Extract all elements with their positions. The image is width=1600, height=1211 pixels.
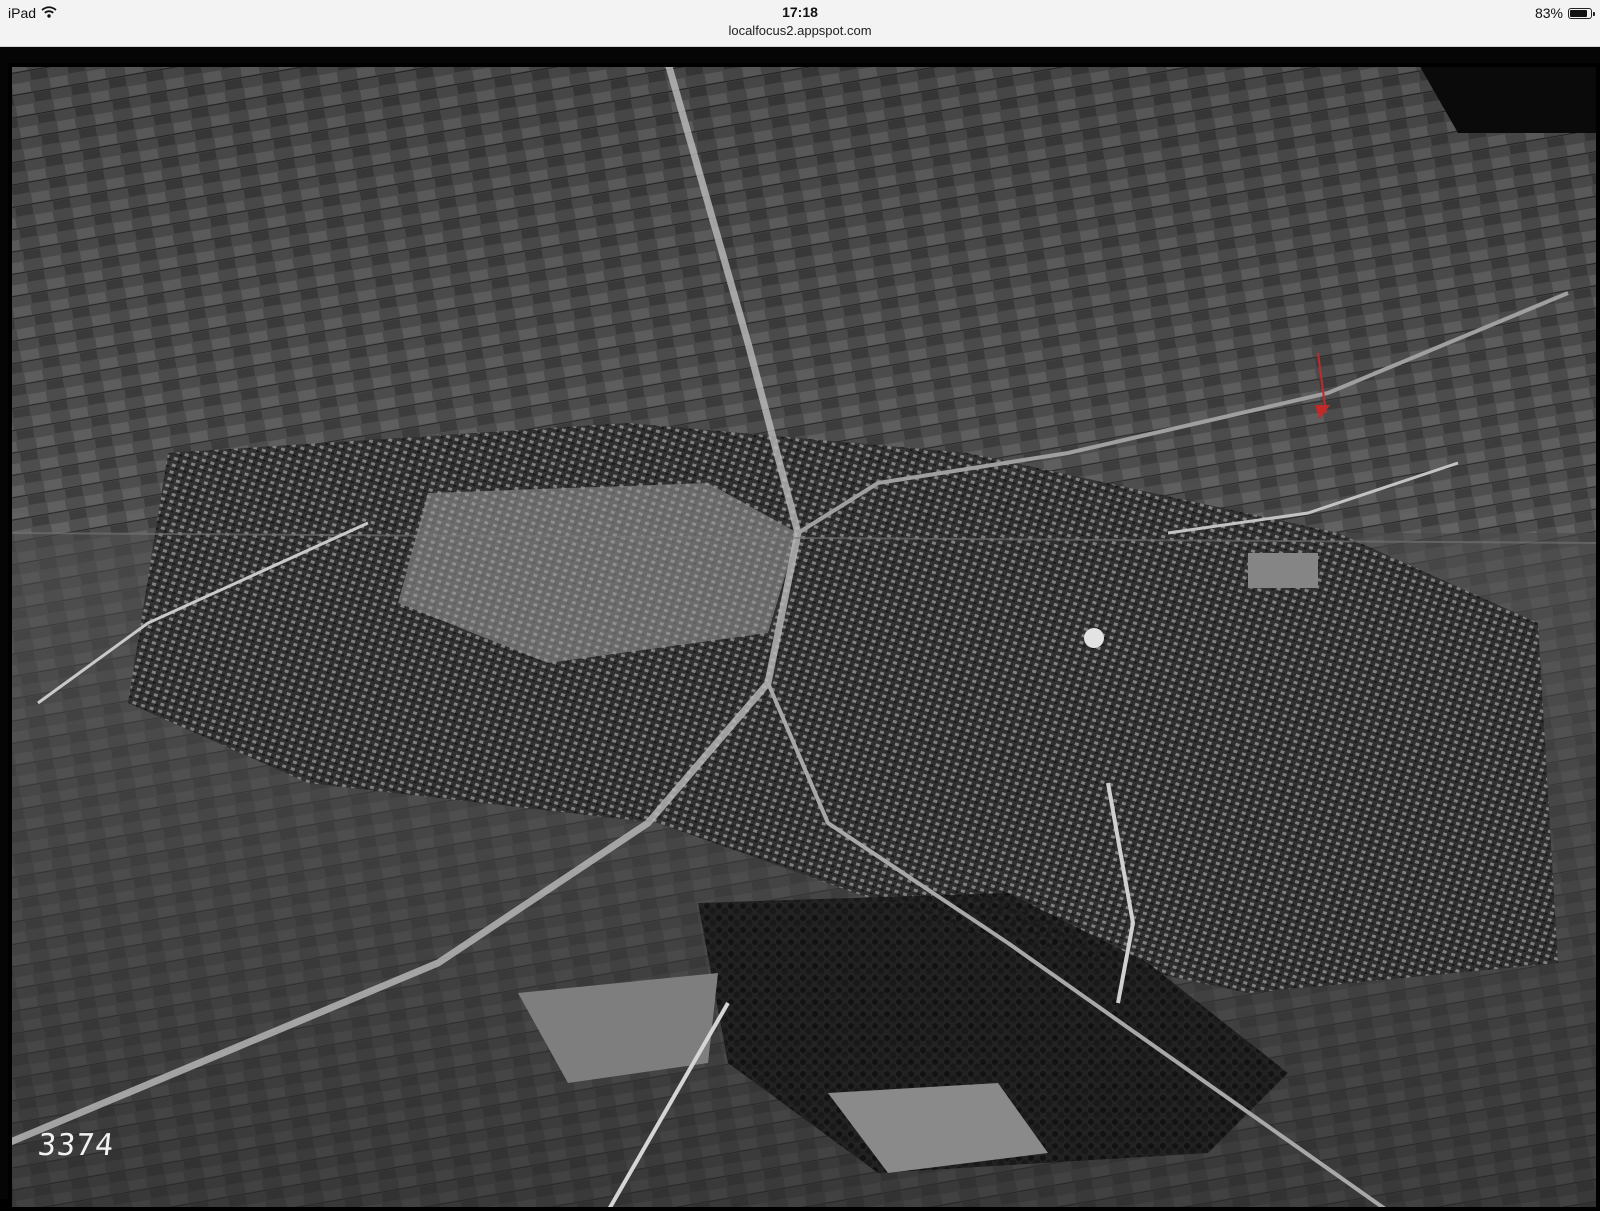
status-time: 17:18 [782,4,818,20]
battery-icon [1568,7,1595,19]
factory-complex [1248,553,1318,588]
address-bar-url[interactable]: localfocus2.appspot.com [0,23,1600,38]
battery-level-fill [1570,9,1587,17]
aerial-city-scene [8,63,1600,1211]
ios-status-bar: iPad 17:18 localfocus2.appspot.com 83% [0,0,1600,47]
battery-percentage: 83% [1534,5,1563,21]
negative-number: 3374 [36,1128,117,1163]
status-right: 83% [1534,4,1595,22]
aerial-photo-viewer: 3374 [0,47,1600,1211]
aerial-photograph[interactable]: 3374 [8,63,1600,1211]
church [1084,628,1104,648]
